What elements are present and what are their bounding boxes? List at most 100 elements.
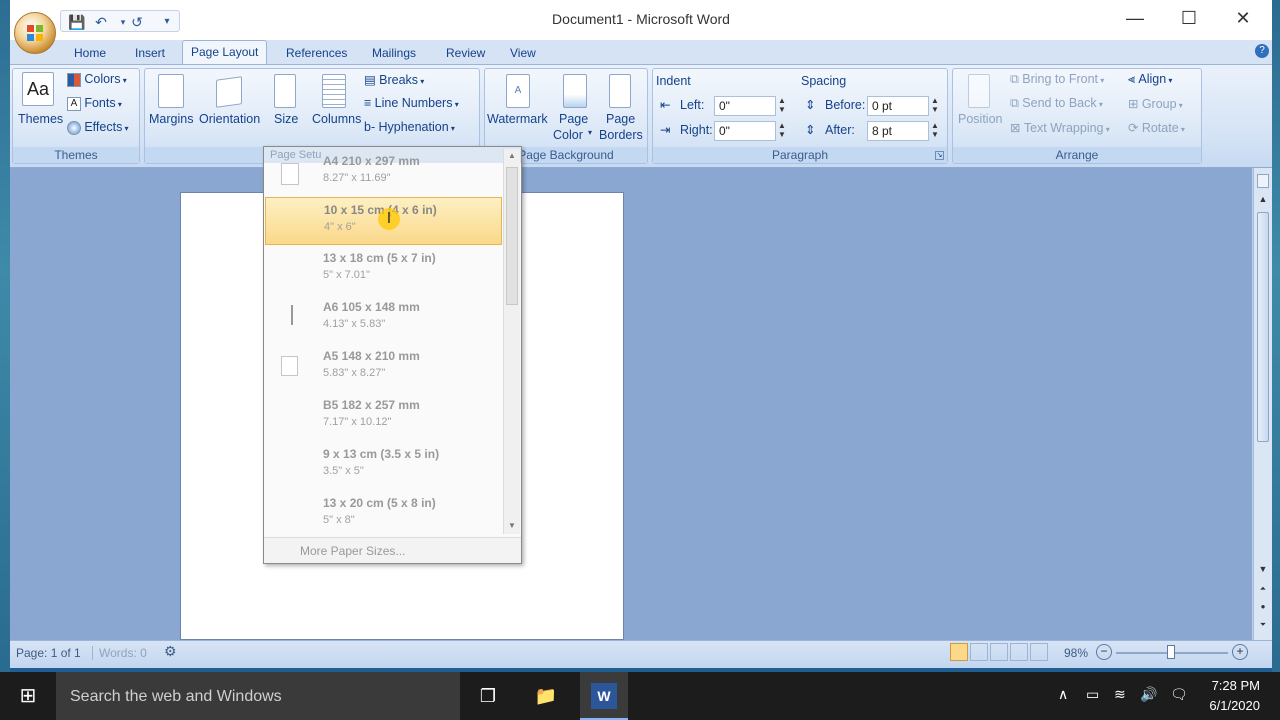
paper-size-item[interactable]: A4 210 x 297 mm 8.27" x 11.69" bbox=[265, 149, 502, 197]
dropdown-scrollbar[interactable]: ▲ ▼ bbox=[503, 149, 520, 534]
paper-size-item[interactable]: 13 x 20 cm (5 x 8 in) 5" x 8" bbox=[265, 491, 502, 539]
paper-size-thumbnail bbox=[281, 163, 299, 185]
fonts-button[interactable]: A Fonts ▾ bbox=[67, 96, 122, 111]
page-count[interactable]: Page: 1 of 1 bbox=[16, 646, 81, 660]
close-button[interactable]: ✕ bbox=[1220, 8, 1266, 30]
full-screen-reading-view-icon[interactable] bbox=[970, 643, 988, 661]
indent-left-spinner[interactable]: ▲ ▼ bbox=[776, 96, 788, 116]
clock-time[interactable]: 7:28 PM bbox=[1204, 678, 1260, 693]
print-layout-view-icon[interactable] bbox=[950, 643, 968, 661]
maximize-button[interactable]: ☐ bbox=[1166, 8, 1212, 30]
clock-date[interactable]: 6/1/2020 bbox=[1200, 698, 1260, 713]
line-numbers-button[interactable]: ≡ Line Numbers ▾ bbox=[364, 96, 459, 110]
tab-review[interactable]: Review bbox=[446, 44, 485, 64]
zoom-level[interactable]: 98% bbox=[1064, 646, 1088, 660]
rotate-button[interactable]: ⟳ Rotate ▾ bbox=[1128, 120, 1185, 135]
spacing-after-input[interactable]: 8 pt bbox=[867, 121, 929, 141]
page-borders-label-1[interactable]: Page bbox=[606, 112, 635, 126]
show-hidden-icons-icon[interactable]: ∧ bbox=[1058, 686, 1068, 703]
dropdown-scroll-thumb[interactable] bbox=[506, 167, 518, 305]
breaks-button[interactable]: ▤ Breaks ▾ bbox=[364, 72, 424, 87]
file-explorer-icon[interactable]: 📁 bbox=[532, 682, 560, 710]
columns-button[interactable]: Columns bbox=[312, 112, 361, 126]
paper-size-name: A6 105 x 148 mm bbox=[323, 300, 420, 314]
ruler-toggle-icon[interactable] bbox=[1257, 174, 1269, 188]
help-icon[interactable]: ? bbox=[1255, 44, 1269, 58]
network-icon[interactable]: ≋ bbox=[1114, 686, 1126, 703]
paper-size-item-selected[interactable]: 10 x 15 cm (4 x 6 in) 4" x 6" I bbox=[265, 197, 502, 245]
effects-button[interactable]: Effects ▾ bbox=[67, 120, 129, 135]
scroll-down-icon[interactable]: ▼ bbox=[1257, 564, 1269, 578]
dropdown-scroll-down-icon[interactable]: ▼ bbox=[507, 521, 517, 531]
scrollbar-thumb[interactable] bbox=[1257, 212, 1269, 442]
scroll-up-icon[interactable]: ▲ bbox=[1257, 194, 1269, 208]
paper-size-item[interactable]: A6 105 x 148 mm 4.13" x 5.83" bbox=[265, 295, 502, 343]
web-layout-view-icon[interactable] bbox=[990, 643, 1008, 661]
spacing-after-spinner[interactable]: ▲ ▼ bbox=[929, 121, 941, 141]
word-taskbar-button[interactable]: W bbox=[580, 672, 628, 720]
send-to-back-button[interactable]: ⧉ Send to Back ▾ bbox=[1010, 96, 1103, 111]
paragraph-dialog-launcher[interactable]: ↘ bbox=[935, 151, 944, 160]
paper-size-item[interactable]: 13 x 18 cm (5 x 7 in) 5" x 7.01" bbox=[265, 246, 502, 294]
tab-page-layout[interactable]: Page Layout bbox=[182, 40, 268, 65]
document-area[interactable] bbox=[10, 168, 1252, 640]
next-page-icon[interactable]: ⏷ bbox=[1257, 620, 1269, 632]
office-button[interactable] bbox=[14, 12, 56, 54]
paper-size-item[interactable]: 9 x 13 cm (3.5 x 5 in) 3.5" x 5" bbox=[265, 442, 502, 490]
windows-start-icon[interactable]: ⊞ bbox=[14, 682, 42, 710]
indent-left-input[interactable]: 0" bbox=[714, 96, 776, 116]
paper-size-name: 13 x 20 cm (5 x 8 in) bbox=[323, 496, 436, 510]
spacing-before-input[interactable]: 0 pt bbox=[867, 96, 929, 116]
group-button[interactable]: ⊞ Group ▾ bbox=[1128, 96, 1183, 111]
orientation-button[interactable]: Orientation bbox=[199, 112, 260, 126]
page-color-dropdown-icon[interactable]: ▾ bbox=[588, 128, 592, 137]
watermark-button[interactable]: Watermark bbox=[487, 112, 548, 126]
position-button[interactable]: Position bbox=[958, 112, 1002, 126]
page-color-label-2[interactable]: Color bbox=[553, 128, 583, 142]
bring-to-front-button[interactable]: ⧉ Bring to Front ▾ bbox=[1010, 72, 1104, 87]
draft-view-icon[interactable] bbox=[1030, 643, 1048, 661]
zoom-in-icon[interactable]: + bbox=[1232, 644, 1248, 660]
align-button[interactable]: ⫷ Align ▾ bbox=[1128, 72, 1172, 87]
tab-insert[interactable]: Insert bbox=[135, 44, 165, 64]
spacing-after-label: After: bbox=[825, 123, 855, 137]
volume-icon[interactable]: 🔊 bbox=[1140, 686, 1157, 703]
zoom-slider-thumb[interactable] bbox=[1167, 645, 1175, 659]
indent-right-input[interactable]: 0" bbox=[714, 121, 776, 141]
spacing-before-spinner[interactable]: ▲ ▼ bbox=[929, 96, 941, 116]
more-paper-sizes-item[interactable]: More Paper Sizes... bbox=[300, 544, 405, 558]
text-wrapping-button[interactable]: ⊠ Text Wrapping ▾ bbox=[1010, 120, 1110, 135]
align-icon: ⫷ bbox=[1128, 72, 1136, 86]
word-count[interactable]: Words: 0 bbox=[92, 646, 147, 660]
page-borders-label-2[interactable]: Borders bbox=[599, 128, 643, 142]
themes-button[interactable]: Themes bbox=[18, 112, 63, 126]
paper-size-item[interactable]: A5 148 x 210 mm 5.83" x 8.27" bbox=[265, 344, 502, 392]
tab-mailings[interactable]: Mailings bbox=[372, 44, 416, 64]
margins-button[interactable]: Margins bbox=[149, 112, 193, 126]
tab-references[interactable]: References bbox=[286, 44, 347, 64]
tab-view[interactable]: View bbox=[510, 44, 536, 64]
indent-right-spinner[interactable]: ▲ ▼ bbox=[776, 121, 788, 141]
proofing-icon[interactable]: ⚙ bbox=[164, 643, 177, 660]
size-button[interactable]: Size bbox=[274, 112, 298, 126]
zoom-out-icon[interactable]: − bbox=[1096, 644, 1112, 660]
dropdown-scroll-up-icon[interactable]: ▲ bbox=[507, 151, 517, 161]
page-borders-icon bbox=[609, 74, 631, 108]
action-center-icon[interactable]: 🗨 bbox=[1170, 686, 1188, 703]
paper-size-dims: 5" x 7.01" bbox=[323, 269, 370, 281]
vertical-scrollbar[interactable]: ▲ ▼ ⏶ ● ⏷ bbox=[1253, 168, 1272, 640]
previous-page-icon[interactable]: ⏶ bbox=[1257, 584, 1269, 596]
arrange-group-label: Arrange bbox=[953, 147, 1201, 163]
outline-view-icon[interactable] bbox=[1010, 643, 1028, 661]
select-browse-object-icon[interactable]: ● bbox=[1257, 602, 1269, 614]
taskbar-search-box[interactable]: Search the web and Windows bbox=[56, 672, 460, 720]
page-color-label-1[interactable]: Page bbox=[559, 112, 588, 126]
hyphenation-button[interactable]: b- Hyphenation ▾ bbox=[364, 120, 455, 134]
colors-button[interactable]: Colors ▾ bbox=[67, 72, 127, 87]
tab-home[interactable]: Home bbox=[74, 44, 106, 64]
battery-icon[interactable]: ▭ bbox=[1086, 686, 1099, 703]
paper-size-item[interactable]: B5 182 x 257 mm 7.17" x 10.12" bbox=[265, 393, 502, 441]
task-view-icon[interactable]: ❐ bbox=[474, 682, 502, 710]
hyphenation-icon: b- bbox=[364, 120, 376, 134]
minimize-button[interactable]: — bbox=[1112, 8, 1158, 30]
